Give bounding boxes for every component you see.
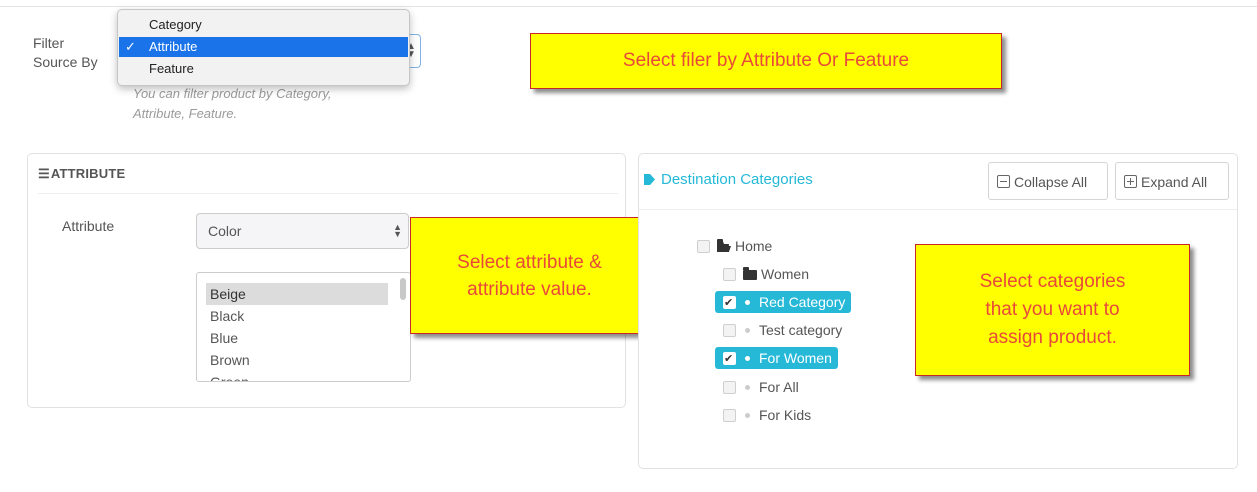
note-filter: Select filer by Attribute Or Feature [530,33,1002,89]
tree-item-home[interactable]: Home [697,235,772,257]
note-categories: Select categories that you want to assig… [915,244,1190,376]
divider [639,209,1237,210]
tree-item-for-kids[interactable]: For Kids [723,404,811,426]
checkmark-icon: ✓ [125,39,136,54]
list-scrollbar[interactable] [400,278,406,300]
attribute-value-list[interactable]: Beige Black Blue Brown Green [196,272,411,382]
expand-all-button[interactable]: Expand All [1115,162,1229,200]
folder-open-icon [717,239,731,252]
destination-panel-header: Destination Categories [644,171,813,188]
filter-source-dropdown[interactable]: Category ✓ Attribute Feature [117,9,410,86]
help-line2: Attribute, Feature. [133,106,238,121]
checkbox[interactable] [723,381,736,394]
tree-item-red-category[interactable]: Red Category [715,291,852,314]
collapse-icon [997,175,1010,188]
select-arrows-icon: ▲ ▼ [393,222,402,239]
note-filter-text: Select filer by Attribute Or Feature [622,50,910,71]
dropdown-option-attribute[interactable]: ✓ Attribute [119,37,408,57]
checkbox[interactable] [697,240,710,253]
filter-help-text: You can filter product by Category, Attr… [133,84,413,124]
bullet-icon [745,413,750,418]
filter-label-line1: Filter [33,35,65,51]
note-attribute-line2: attribute value. [467,278,592,300]
divider [38,193,618,194]
note-categories-line3: assign product. [988,327,1117,348]
folder-icon [743,267,757,280]
tag-icon [644,174,655,185]
tree-item-women[interactable]: Women [723,263,809,285]
tree-item-label: For Kids [759,407,812,423]
dropdown-option-category[interactable]: Category [119,15,408,35]
bullet-icon [745,300,750,305]
dropdown-option-feature[interactable]: Feature [119,59,408,79]
checkbox[interactable] [723,409,736,422]
tree-item-label: Test category [759,322,843,338]
list-icon: ☰ [38,166,50,181]
tree-item-label: Women [761,266,809,282]
option-label: Category [149,17,202,32]
attribute-value-brown[interactable]: Brown [206,349,388,371]
checkbox[interactable] [723,268,736,281]
bullet-icon [745,328,750,333]
attribute-value-beige[interactable]: Beige [206,283,388,305]
note-attribute: Select attribute & attribute value. [410,217,649,334]
option-label: Feature [149,61,194,76]
attribute-panel-header: ☰ATTRIBUTE [38,166,125,182]
attribute-value-green[interactable]: Green [206,371,388,381]
checkbox-checked[interactable] [723,292,736,314]
attribute-panel-title: ATTRIBUTE [50,166,126,181]
tree-item-for-women[interactable]: For Women [715,347,838,370]
tree-item-for-all[interactable]: For All [723,376,799,398]
help-line1: You can filter product by Category, [133,86,332,101]
note-categories-line2: that you want to [985,299,1120,320]
attribute-label: Attribute [62,218,115,234]
attribute-select-value: Color [208,223,242,239]
destination-panel-title: Destination Categories [661,171,813,188]
expand-icon [1124,175,1137,188]
tree-item-label: Home [735,238,773,254]
tree-item-test-category[interactable]: Test category [723,319,842,341]
attribute-select[interactable]: Color ▲ ▼ [196,213,409,249]
note-categories-line1: Select categories [979,271,1126,292]
bullet-icon [745,356,750,361]
tree-item-label: For Women [759,350,832,366]
attribute-value-blue[interactable]: Blue [206,327,388,349]
filter-source-label: Filter Source By [33,34,98,72]
option-label: Attribute [149,39,198,54]
note-attribute-line1: Select attribute & [457,251,602,273]
tree-item-label: For All [759,379,799,395]
bullet-icon [745,385,750,390]
collapse-all-button[interactable]: Collapse All [988,162,1108,200]
checkbox[interactable] [723,324,736,337]
top-divider [0,6,1257,7]
expand-all-label: Expand All [1141,174,1208,190]
checkbox-checked[interactable] [723,348,736,370]
attribute-value-black[interactable]: Black [206,305,388,327]
filter-label-line2: Source By [33,54,98,70]
tree-item-label: Red Category [759,294,846,310]
collapse-all-label: Collapse All [1014,174,1088,190]
